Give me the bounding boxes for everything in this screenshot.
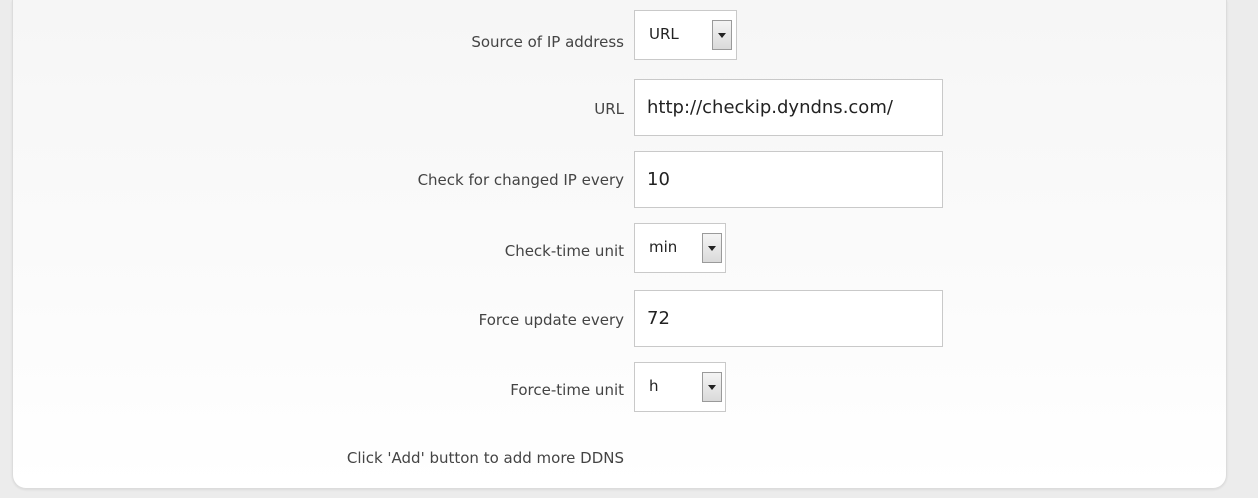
url-input[interactable] [634, 79, 943, 136]
force-unit-select-value: h [649, 377, 659, 395]
check-unit-label: Check-time unit [504, 242, 624, 260]
chevron-down-icon[interactable] [702, 233, 722, 263]
force-unit-label: Force-time unit [510, 381, 624, 399]
source-select-value: URL [649, 25, 679, 43]
url-label: URL [594, 100, 624, 118]
source-select[interactable]: URL [634, 10, 737, 60]
force-unit-select[interactable]: h [634, 362, 726, 412]
chevron-down-icon[interactable] [712, 20, 732, 50]
add-ddns-hint: Click 'Add' button to add more DDNS [346, 449, 624, 467]
check-unit-select[interactable]: min [634, 223, 726, 273]
check-unit-select-value: min [649, 238, 678, 256]
source-label: Source of IP address [471, 33, 624, 51]
check-interval-input[interactable] [634, 151, 943, 208]
force-label: Force update every [478, 311, 624, 329]
chevron-down-icon[interactable] [702, 372, 722, 402]
force-interval-input[interactable] [634, 290, 943, 347]
check-label: Check for changed IP every [417, 171, 624, 189]
ddns-settings-panel: Source of IP address URL URL Check for c… [12, 0, 1227, 489]
